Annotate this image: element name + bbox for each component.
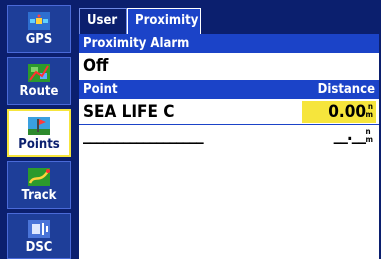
point-name-empty: __________________ bbox=[83, 125, 204, 145]
tab-user[interactable]: User bbox=[79, 8, 127, 34]
proximity-alarm-header: Proximity Alarm bbox=[79, 34, 379, 53]
sidebar-item-label: DSC bbox=[25, 240, 53, 255]
sidebar: GPS Route Points Track DSC bbox=[3, 3, 75, 259]
device-screen: GPS Route Points Track DSC User Proximit… bbox=[0, 0, 381, 259]
sidebar-item-label: GPS bbox=[25, 32, 53, 47]
tab-proximity[interactable]: Proximity bbox=[127, 8, 201, 34]
table-header: Point Distance bbox=[79, 80, 379, 99]
column-header-point: Point bbox=[83, 82, 118, 97]
table-row[interactable]: __________________ __.__ n m bbox=[79, 125, 379, 149]
route-map-icon bbox=[28, 64, 50, 82]
column-header-distance: Distance bbox=[317, 82, 375, 97]
distance-unit: n m bbox=[365, 102, 374, 119]
sidebar-item-route[interactable]: Route bbox=[7, 57, 71, 105]
sidebar-item-dsc[interactable]: DSC bbox=[7, 213, 71, 259]
sidebar-item-points[interactable]: Points bbox=[7, 109, 71, 157]
sidebar-item-gps[interactable]: GPS bbox=[7, 5, 71, 53]
satellite-icon bbox=[28, 12, 50, 30]
radio-call-icon bbox=[28, 220, 50, 238]
tab-bar: User Proximity bbox=[79, 8, 379, 34]
track-path-icon bbox=[28, 168, 50, 186]
point-name: SEA LIFE C bbox=[83, 102, 175, 122]
sidebar-item-label: Route bbox=[19, 84, 59, 99]
proximity-panel: Proximity Alarm Off Point Distance SEA L… bbox=[79, 34, 379, 259]
sidebar-item-label: Track bbox=[21, 188, 57, 203]
distance-unit: n m bbox=[365, 127, 374, 144]
sidebar-item-track[interactable]: Track bbox=[7, 161, 71, 209]
table-row[interactable]: SEA LIFE C 0.00 n m bbox=[79, 100, 379, 124]
proximity-alarm-field[interactable]: Off bbox=[79, 54, 379, 78]
distance-value-empty: __.__ bbox=[333, 125, 366, 145]
sidebar-item-label: Points bbox=[18, 137, 60, 152]
waypoint-flag-icon bbox=[28, 117, 50, 135]
distance-value: 0.00 bbox=[328, 102, 366, 122]
distance-value-selected[interactable]: 0.00 n m bbox=[302, 101, 376, 123]
